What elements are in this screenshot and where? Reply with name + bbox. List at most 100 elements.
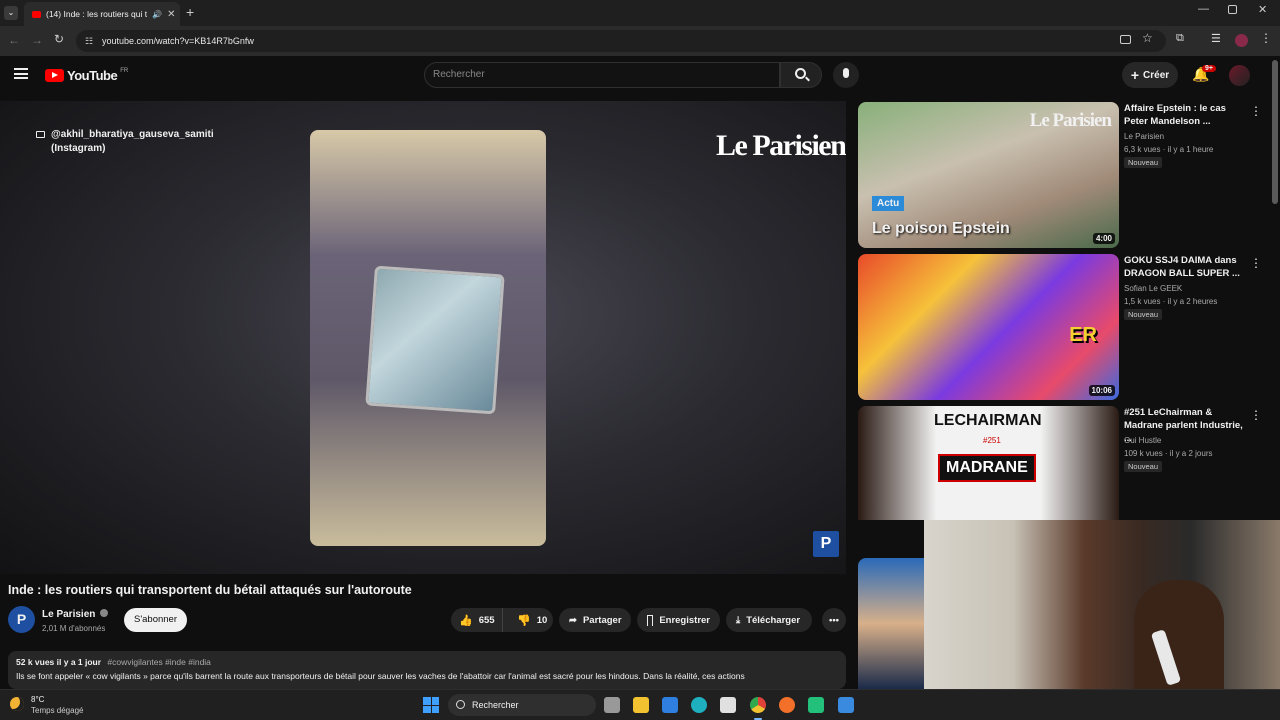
close-tab-icon[interactable]: ✕ [167,9,175,20]
save-button[interactable]: Enregistrer [637,608,720,632]
new-badge-2: Nouveau [1124,309,1163,320]
app-green-icon[interactable] [808,697,824,713]
youtube-wordmark: YouTube [67,68,118,83]
page-scrollbar[interactable] [1272,60,1278,204]
weather-temperature: 8°C [31,695,45,704]
taskbar-search[interactable]: Rechercher [448,694,596,716]
thumbs-down-icon: 👎 [517,614,531,627]
share-label: Partager [582,614,622,626]
search-input[interactable]: Rechercher [424,62,780,88]
close-window-button[interactable]: ✕ [1258,3,1267,16]
webcam-overlay [924,520,1280,689]
profile-avatar-icon[interactable] [1235,34,1248,47]
download-button[interactable]: ⤓ Télécharger [726,608,812,632]
subscribe-label: S'abonner [133,614,177,625]
bookmark-icon [647,614,654,626]
recommendation-menu-icon-1[interactable]: ⋮ [1250,104,1262,118]
forward-icon[interactable]: → [31,33,43,47]
browser-tab-active[interactable]: (14) Inde : les routiers qui t 🔊 ✕ [24,2,180,26]
thumbs-up-icon: 👍 [459,614,473,627]
new-tab-button[interactable]: + [186,4,194,20]
verified-icon [100,609,109,617]
file-explorer-icon[interactable] [633,697,649,713]
site-info-icon[interactable]: ☷ [85,30,93,52]
recommendation-channel-2[interactable]: Sofian Le GEEK [1124,282,1182,295]
start-windows-icon[interactable] [423,697,439,713]
search-button[interactable] [780,62,822,88]
chrome-icon[interactable] [750,697,766,713]
recommendation-channel-3[interactable]: Oui Hustle [1124,434,1161,447]
share-button[interactable]: ➦ Partager [559,608,631,632]
task-view-icon[interactable] [604,697,620,713]
store-icon[interactable] [720,697,736,713]
recommendation-channel-1[interactable]: Le Parisien [1124,130,1164,143]
app-blue-icon[interactable] [838,697,854,713]
extensions-icon[interactable]: ⧉ [1176,32,1184,45]
browser-menu-icon[interactable]: ⋮ [1260,31,1272,45]
youtube-logo[interactable]: YouTube FR [45,68,128,83]
recommendation-title-1[interactable]: Affaire Epstein : le cas Peter Mandelson… [1124,102,1248,128]
description-text: Ils se font appeler « cow vigilants » pa… [16,671,745,681]
tab-list-button[interactable]: ⌄ [4,6,18,20]
firefox-icon[interactable] [779,697,795,713]
new-badge-3: Nouveau [1124,461,1163,472]
dislike-button[interactable]: 👎 10 [509,608,547,632]
create-button[interactable]: + Créer [1122,62,1178,88]
description-box[interactable]: 52 k vues il y a 1 jour #cowvigilantes #… [8,651,846,689]
hashtags[interactable]: #cowvigilantes #inde #india [107,657,211,667]
like-count: 655 [478,614,495,626]
restore-button[interactable] [1228,5,1237,14]
tray-image [365,265,505,415]
more-horizontal-icon: ••• [829,614,839,626]
channel-name[interactable]: Le Parisien [42,609,109,620]
save-label: Enregistrer [659,614,710,626]
bookmark-star-icon[interactable]: ☆ [1142,31,1153,45]
recommendation-meta-2: 1,5 k vues · il y a 2 heures [1124,297,1218,306]
speaker-icon[interactable]: 🔊 [152,10,162,19]
minimize-button[interactable]: — [1198,3,1209,15]
recommendation-thumbnail-3[interactable]: LECHAIRMAN #251 MADRANE [858,406,1119,520]
back-icon[interactable]: ← [8,33,20,47]
views-and-date: 52 k vues il y a 1 jour [16,657,102,667]
thumb-brand: Le Parisien [1029,110,1112,131]
recommendation-thumbnail-4[interactable] [858,558,924,689]
video-title: Inde : les routiers qui transportent du … [8,583,412,597]
account-avatar[interactable] [1229,65,1250,86]
hamburger-menu-icon[interactable] [14,68,28,79]
url-field[interactable]: ☷ youtube.com/watch?v=KB14R7bGnfw [76,30,1166,52]
voice-search-button[interactable] [833,62,859,88]
channel-avatar[interactable]: P [8,606,35,633]
edge-icon[interactable] [691,697,707,713]
microphone-icon [843,68,849,78]
overlay-source: (Instagram) [51,143,106,154]
windows-taskbar: 8°C Temps dégagé Rechercher [0,689,1280,720]
recommendation-menu-icon-2[interactable]: ⋮ [1250,256,1262,270]
youtube-header: YouTube FR Rechercher + Créer 🔔 9+ [0,56,1280,96]
thumb-number: #251 [983,436,1001,445]
plus-icon: + [1130,67,1140,83]
overlay-handle: @akhil_bharatiya_gauseva_samiti [51,129,214,140]
like-dislike-segment: 👍 655 👎 10 [451,608,553,632]
video-duration: 4:00 [1092,233,1115,244]
taskbar-search-label: Rechercher [472,700,519,710]
subscribe-button[interactable]: S'abonner [124,608,187,632]
weather-moon-icon [10,697,24,711]
download-label: Télécharger [746,614,801,626]
more-actions-button[interactable]: ••• [822,608,846,632]
notifications-count-badge: 9+ [1202,65,1216,72]
recommendation-meta-3: 109 k vues · il y a 2 jours [1124,449,1213,458]
thumb-top-text: LECHAIRMAN [934,412,1042,429]
app-icon[interactable] [662,697,678,713]
install-app-icon[interactable] [1120,35,1131,44]
tab-title: (14) Inde : les routiers qui t [46,9,148,19]
weather-status: Temps dégagé [31,706,84,715]
video-player[interactable]: @akhil_bharatiya_gauseva_samiti (Instagr… [0,101,846,574]
reading-list-icon[interactable]: ☰ [1211,32,1221,45]
recommendation-thumbnail-1[interactable]: Le Parisien Actu Le poison Epstein 4:00 [858,102,1119,248]
like-button[interactable]: 👍 655 [451,608,503,632]
search-placeholder: Rechercher [433,69,485,80]
reload-icon[interactable]: ↻ [54,32,64,46]
recommendation-title-2[interactable]: GOKU SSJ4 DAIMA dans DRAGON BALL SUPER .… [1124,254,1248,280]
recommendation-menu-icon-3[interactable]: ⋮ [1250,408,1262,422]
recommendation-thumbnail-2[interactable]: ER 10:06 [858,254,1119,400]
